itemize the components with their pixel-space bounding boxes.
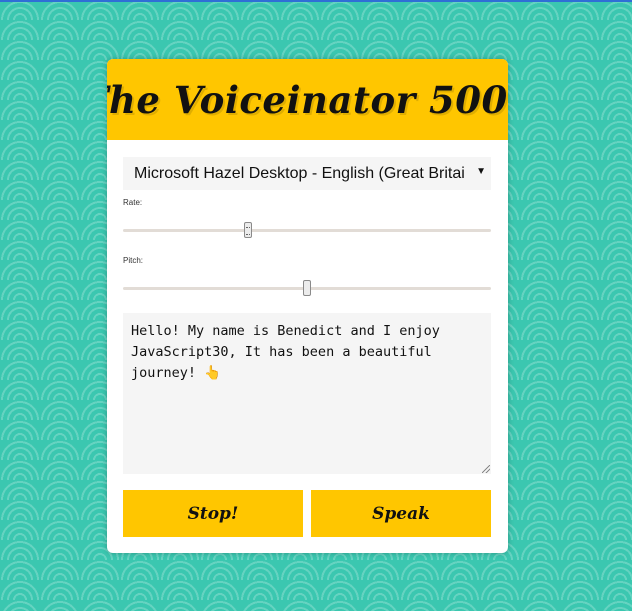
rate-slider-thumb[interactable] (244, 222, 253, 238)
voice-select[interactable]: Microsoft Hazel Desktop - English (Great… (123, 157, 491, 190)
pitch-label: Pitch: (123, 256, 144, 265)
header: The Voiceinator 5000 (107, 59, 508, 140)
speak-button[interactable]: Speak (311, 490, 491, 537)
message-textarea[interactable]: Hello! My name is Benedict and I enjoy J… (123, 313, 491, 474)
voiceinator-card: The Voiceinator 5000 Microsoft Hazel Des… (107, 59, 508, 553)
rate-label: Rate: (123, 198, 143, 207)
rate-slider-track[interactable] (123, 229, 491, 232)
stop-button[interactable]: Stop! (123, 490, 303, 537)
window-top-border (0, 0, 632, 2)
app-title: The Voiceinator 5000 (107, 77, 508, 122)
message-text: Hello! My name is Benedict and I enjoy J… (131, 323, 448, 381)
voice-select-value: Microsoft Hazel Desktop - English (Great… (134, 164, 464, 182)
pitch-slider-thumb[interactable] (303, 280, 311, 296)
dropdown-arrow-icon: ▼ (476, 166, 486, 177)
resize-grip-icon[interactable] (482, 465, 490, 473)
